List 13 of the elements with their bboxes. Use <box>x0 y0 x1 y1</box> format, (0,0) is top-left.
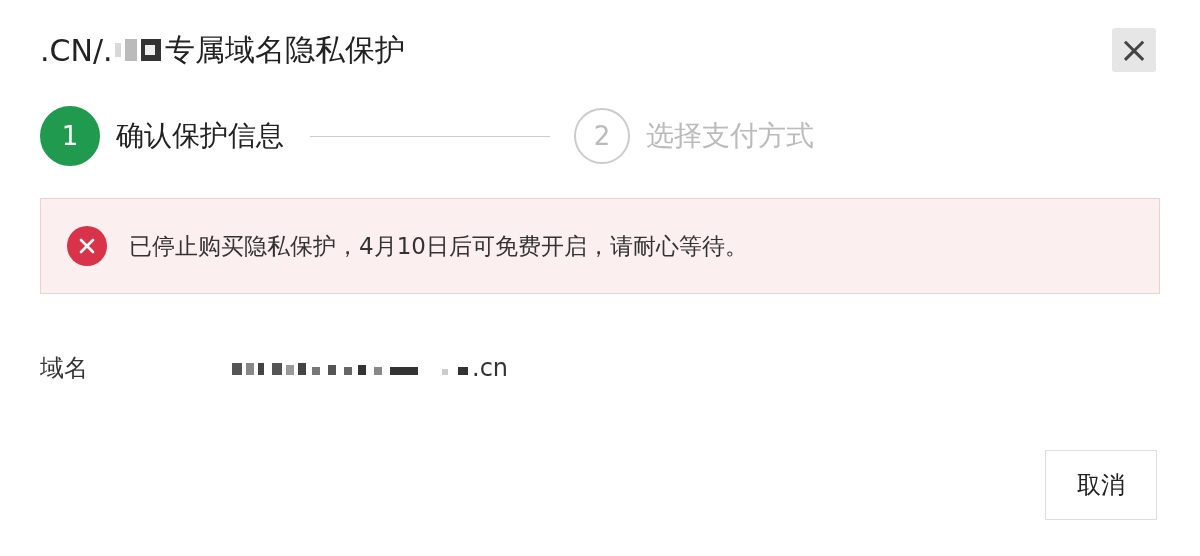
step-number: 1 <box>40 106 100 166</box>
field-label: 域名 <box>40 353 89 384</box>
step-label: 选择支付方式 <box>646 118 814 154</box>
cancel-button[interactable]: 取消 <box>1045 450 1157 520</box>
redacted-mark <box>114 37 163 63</box>
close-button[interactable]: × <box>1112 28 1156 72</box>
domain-value: .cn <box>472 354 509 382</box>
error-icon <box>67 226 107 266</box>
step-number: 2 <box>574 108 630 164</box>
alert-message: 已停止购买隐私保护，4月10日后可免费开启，请耐心等待。 <box>129 231 748 261</box>
step-label: 确认保护信息 <box>116 118 284 154</box>
dialog-title: .CN/. <box>40 32 113 68</box>
dialog-title: 专属域名隐私保护 <box>164 30 405 69</box>
